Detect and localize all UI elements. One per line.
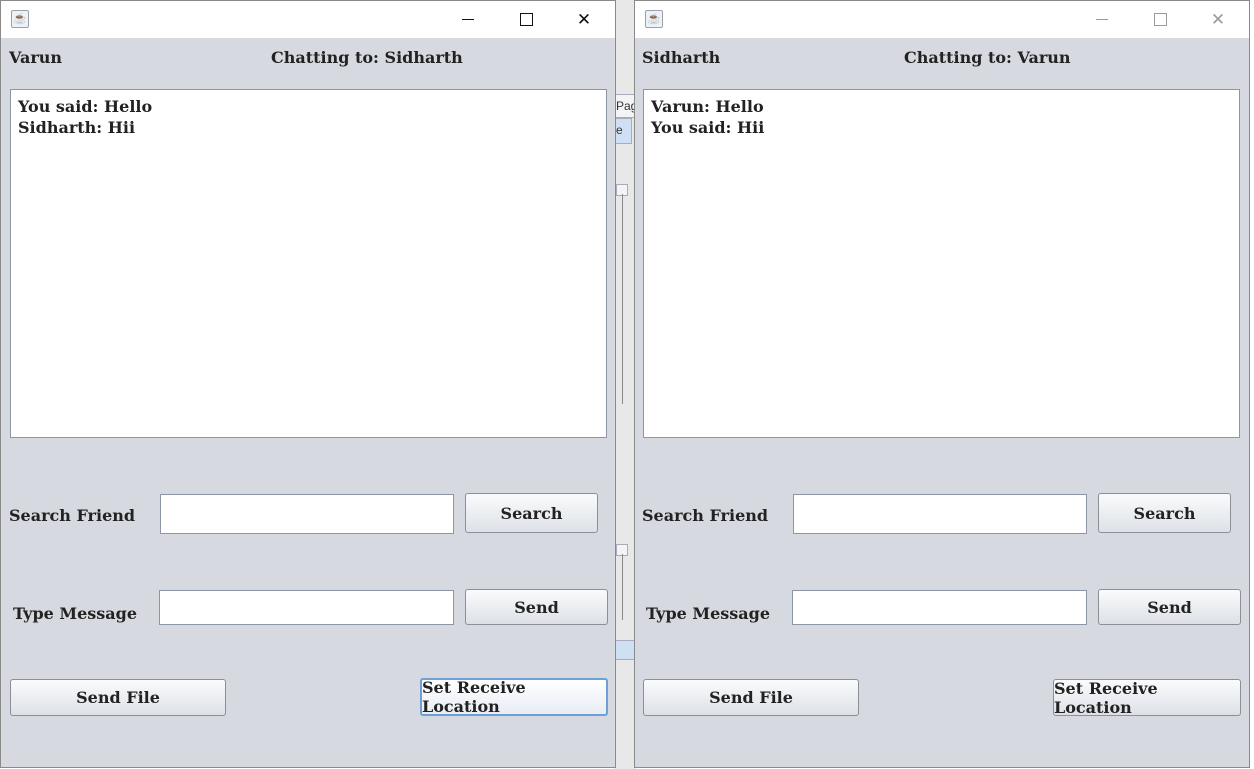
send-file-button[interactable]: Send File	[643, 679, 859, 716]
chat-history[interactable]: You said: Hello Sidharth: Hii	[10, 89, 607, 438]
close-icon[interactable]: ✕	[555, 1, 613, 38]
maximize-icon[interactable]	[497, 1, 555, 38]
background-row	[614, 640, 636, 660]
java-icon: ☕	[11, 10, 29, 28]
close-icon[interactable]: ✕	[1189, 1, 1247, 38]
chat-message: You said: Hii	[651, 118, 765, 137]
search-button[interactable]: Search	[465, 493, 598, 533]
title-bar[interactable]: ☕ ✕	[1, 1, 615, 38]
message-input[interactable]	[159, 590, 454, 625]
chatting-to-label: Chatting to: Varun	[904, 48, 1071, 67]
search-friend-label: Search Friend	[642, 506, 769, 525]
chat-message: Varun: Hello	[651, 97, 764, 116]
chat-message: You said: Hello	[18, 97, 153, 116]
search-friend-label: Search Friend	[9, 506, 136, 525]
background-app-strip: Pag e	[614, 0, 638, 769]
chat-message: Sidharth: Hii	[18, 118, 136, 137]
title-bar[interactable]: ☕ ✕	[635, 1, 1249, 38]
send-file-button[interactable]: Send File	[10, 679, 226, 716]
chat-window-sidharth: ☕ ✕ Sidharth Chatting to: Varun Varun: H…	[634, 0, 1250, 768]
set-receive-location-button[interactable]: Set Receive Location	[420, 678, 608, 716]
user-label: Varun	[9, 48, 63, 67]
maximize-icon[interactable]	[1131, 1, 1189, 38]
set-receive-location-button[interactable]: Set Receive Location	[1053, 679, 1241, 717]
minimize-icon[interactable]	[439, 1, 497, 38]
search-button[interactable]: Search	[1098, 493, 1231, 533]
type-message-label: Type Message	[13, 604, 138, 623]
minimize-icon[interactable]	[1073, 1, 1131, 38]
send-button[interactable]: Send	[1098, 589, 1241, 625]
search-friend-input[interactable]	[793, 494, 1087, 534]
message-input[interactable]	[792, 590, 1087, 625]
chat-history[interactable]: Varun: Hello You said: Hii	[643, 89, 1240, 438]
background-selection-text: e	[616, 123, 623, 137]
chat-window-varun: ☕ ✕ Varun Chatting to: Sidharth You said…	[0, 0, 616, 768]
search-friend-input[interactable]	[160, 494, 454, 534]
tree-line-2	[622, 554, 623, 620]
chatting-to-label: Chatting to: Sidharth	[271, 48, 463, 67]
tree-line	[622, 194, 623, 404]
background-selection: e	[614, 118, 632, 144]
user-label: Sidharth	[642, 48, 721, 67]
send-button[interactable]: Send	[465, 589, 608, 625]
java-icon: ☕	[645, 10, 663, 28]
type-message-label: Type Message	[646, 604, 771, 623]
